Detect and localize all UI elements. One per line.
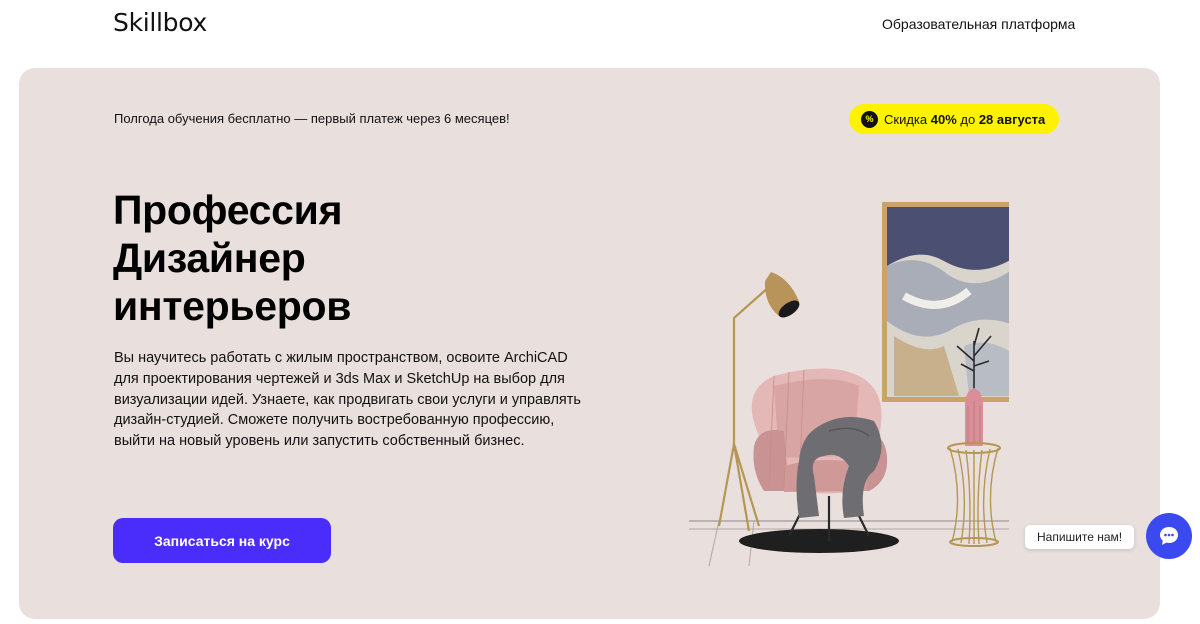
chat-tooltip[interactable]: Напишите нам! (1025, 525, 1135, 549)
skillbox-logo[interactable]: Skillbox (113, 8, 207, 37)
percent-icon: % (861, 110, 878, 128)
title-line: Профессия (113, 187, 343, 233)
chat-button[interactable] (1146, 513, 1192, 559)
page-title: Профессия Дизайнер интерьеров (113, 186, 533, 330)
course-description: Вы научитесь работать с жилым пространст… (114, 350, 581, 450)
promo-text: Полгода обучения бесплатно — первый плат… (114, 111, 510, 126)
enroll-button[interactable]: Записаться на курс (113, 518, 331, 563)
title-line: Дизайнер (113, 235, 306, 281)
title-line: интерьеров (113, 283, 352, 329)
discount-text: Скидка 40% до 28 августа (884, 111, 1046, 127)
top-header: Skillbox Образовательная платформа (0, 0, 1200, 52)
hero-section: Полгода обучения бесплатно — первый плат… (19, 68, 1160, 619)
chat-bubble-icon (1160, 527, 1178, 545)
interior-illustration (689, 202, 1009, 566)
platform-link[interactable]: Образовательная платформа (882, 16, 1075, 32)
discount-badge[interactable]: % Скидка 40% до 28 августа (849, 104, 1060, 134)
